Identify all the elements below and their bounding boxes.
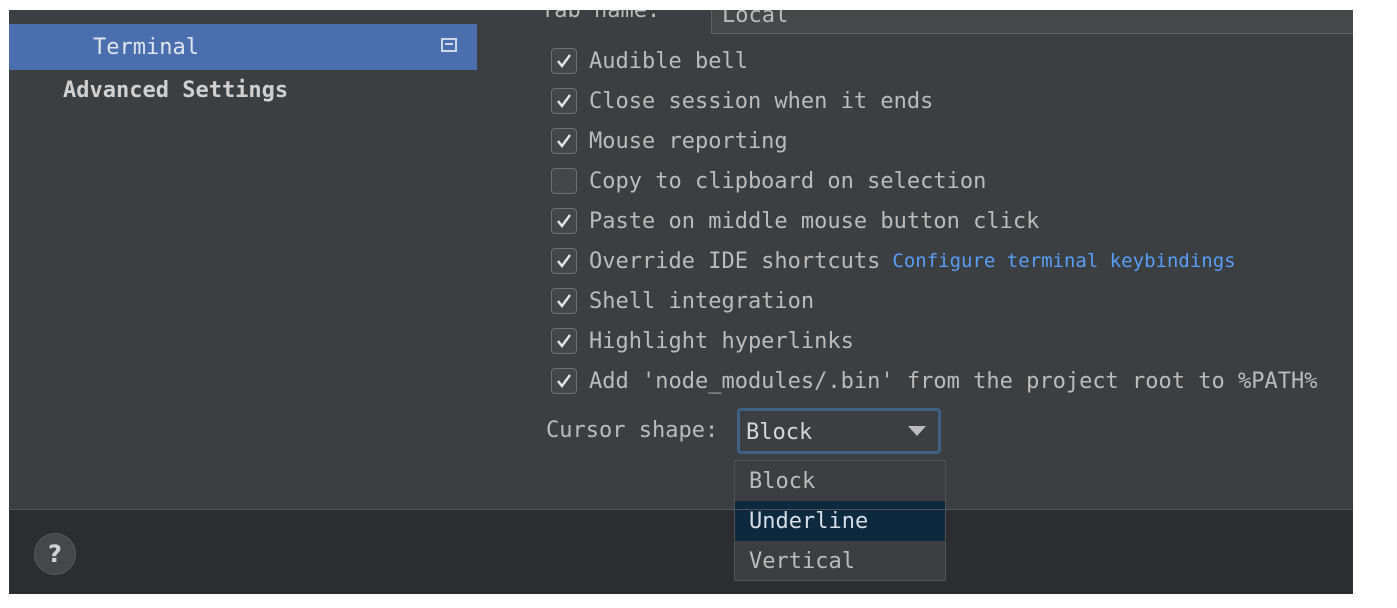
settings-content: Tab name: Audible bell Close session whe… [477,10,1353,509]
checkbox-label: Shell integration [589,288,815,314]
checkbox[interactable] [551,368,577,394]
check-icon [557,214,571,228]
checkbox[interactable] [551,328,577,354]
checkbox-label: Add 'node_modules/.bin' from the project… [589,368,1318,394]
checkbox-row-copy-to-clipboard[interactable]: Copy to clipboard on selection [551,166,986,196]
dropdown-option-underline[interactable]: Underline [735,501,945,541]
help-button[interactable]: ? [34,533,76,575]
sidebar-item-label: Advanced Settings [63,77,289,103]
checkbox-row-override-shortcuts[interactable]: Override IDE shortcuts Configure termina… [551,246,1236,276]
checkbox[interactable] [551,168,577,194]
checkbox-label: Close session when it ends [589,88,934,114]
checkbox-row-mouse-reporting[interactable]: Mouse reporting [551,126,788,156]
tab-name-label: Tab name: [541,10,661,23]
checkbox[interactable] [551,128,577,154]
checkbox[interactable] [551,48,577,74]
check-icon [557,254,571,268]
configure-keybindings-link[interactable]: Configure terminal keybindings [892,250,1235,272]
checkbox-row-node-modules-path[interactable]: Add 'node_modules/.bin' from the project… [551,366,1317,396]
chevron-down-icon [908,426,926,436]
settings-sidebar: Terminal Advanced Settings [9,10,477,509]
checkbox[interactable] [551,288,577,314]
cursor-shape-dropdown: Block Underline Vertical [734,460,946,581]
settings-dialog: Terminal Advanced Settings Tab name: Aud… [9,10,1353,594]
check-icon [557,54,571,68]
checkbox-label: Paste on middle mouse button click [589,208,1040,234]
footer-divider [9,509,1353,510]
checkbox-row-paste-middle-click[interactable]: Paste on middle mouse button click [551,206,1039,236]
checkbox-row-audible-bell[interactable]: Audible bell [551,46,748,76]
tab-name-input[interactable] [711,10,1353,34]
checkbox-label: Highlight hyperlinks [589,328,854,354]
project-settings-icon [441,38,457,52]
sidebar-item-advanced-settings[interactable]: Advanced Settings [9,67,477,113]
dropdown-option-block[interactable]: Block [735,461,945,501]
checkbox-row-close-session[interactable]: Close session when it ends [551,86,933,116]
check-icon [557,294,571,308]
sidebar-item-terminal[interactable]: Terminal [9,24,477,70]
checkbox-label: Override IDE shortcuts [589,248,881,274]
checkbox[interactable] [551,248,577,274]
checkbox[interactable] [551,208,577,234]
checkbox-label: Copy to clipboard on selection [589,168,987,194]
dropdown-option-vertical[interactable]: Vertical [735,541,945,581]
cursor-shape-label: Cursor shape: [546,418,719,443]
check-icon [557,374,571,388]
sidebar-item-label: Terminal [93,34,199,60]
checkbox-label: Audible bell [589,48,748,74]
checkbox-row-highlight-hyperlinks[interactable]: Highlight hyperlinks [551,326,854,356]
cursor-shape-value: Block [746,420,813,445]
cursor-shape-select[interactable]: Block [737,408,941,454]
check-icon [557,334,571,348]
checkbox[interactable] [551,88,577,114]
checkbox-row-shell-integration[interactable]: Shell integration [551,286,814,316]
check-icon [557,94,571,108]
check-icon [557,134,571,148]
checkbox-label: Mouse reporting [589,128,788,154]
